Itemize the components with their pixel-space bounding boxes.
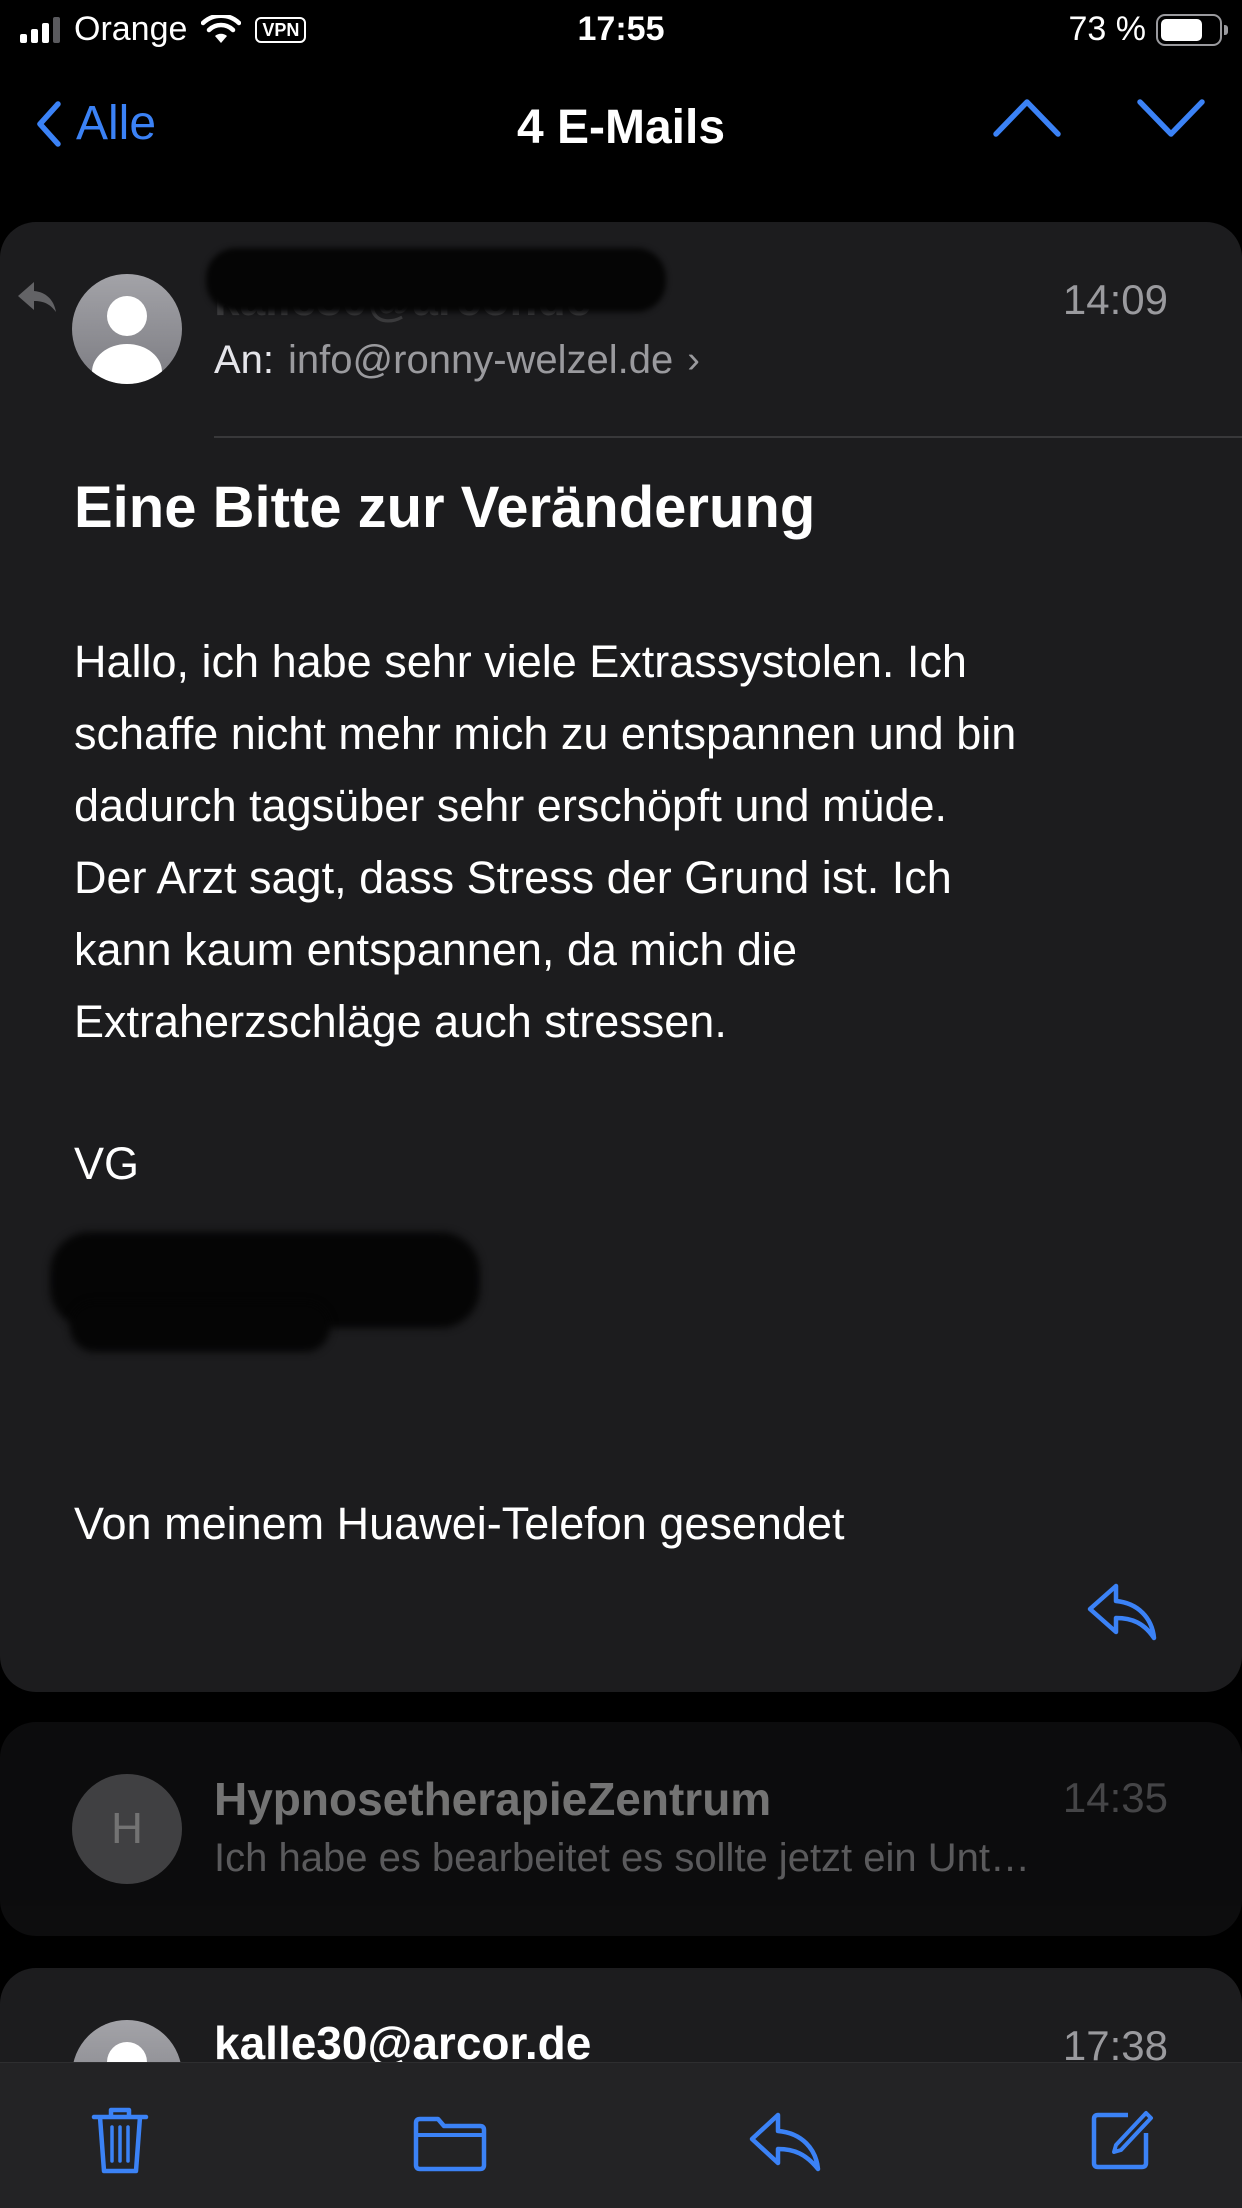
body-line: Der Arzt sagt, dass Stress der Grund ist… xyxy=(74,852,952,903)
redaction-mark xyxy=(70,1302,330,1352)
message-card-collapsed[interactable]: H HypnosetherapieZentrum 14:35 Ich habe … xyxy=(0,1722,1242,1936)
chevron-right-icon: › xyxy=(687,339,700,381)
sender-avatar xyxy=(72,274,182,384)
trash-icon[interactable] xyxy=(90,2105,150,2175)
message-body: Hallo, ich habe sehr viele Extrassystole… xyxy=(74,626,1174,1058)
clock: 17:55 xyxy=(577,10,665,48)
message-card-open: kalle30@arcor.de 14:09 An: info@ronny-we… xyxy=(0,222,1242,1692)
message-preview: Ich habe es bearbeitet es sollte jetzt e… xyxy=(214,1836,1031,1880)
navigation-bar: Alle 4 E-Mails xyxy=(0,80,1242,170)
next-message-button[interactable] xyxy=(1136,94,1206,140)
body-line: kann kaum entspannen, da mich die xyxy=(74,924,797,975)
recipient-address: info@ronny-welzel.de xyxy=(288,338,674,382)
sender-name: HypnosetherapieZentrum xyxy=(214,1773,772,1825)
message-time: 14:35 xyxy=(1062,1774,1168,1821)
redaction-mark xyxy=(206,248,666,312)
body-line: schaffe nicht mehr mich zu entspannen un… xyxy=(74,708,1017,759)
reply-button[interactable] xyxy=(1086,1582,1158,1642)
sender-avatar: H xyxy=(72,1774,182,1884)
battery-icon xyxy=(1156,13,1228,46)
to-label: An: xyxy=(214,338,275,382)
folder-icon[interactable] xyxy=(412,2115,488,2173)
message-signature: Von meinem Huawei-Telefon gesendet xyxy=(74,1498,845,1549)
message-time: 14:09 xyxy=(1062,276,1168,323)
message-greeting: VG xyxy=(74,1138,140,1189)
message-subject: Eine Bitte zur Veränderung xyxy=(74,475,816,540)
reply-icon[interactable] xyxy=(748,2111,822,2173)
body-line: Extraherzschläge auch stressen. xyxy=(74,996,727,1047)
body-line: dadurch tagsüber sehr erschöpft und müde… xyxy=(74,780,948,831)
bottom-toolbar xyxy=(0,2062,1242,2208)
body-line: Hallo, ich habe sehr viele Extrassystole… xyxy=(74,636,967,687)
previous-message-button[interactable] xyxy=(992,94,1062,140)
battery-percentage: 73 % xyxy=(1068,10,1147,48)
replied-indicator-icon xyxy=(18,282,56,312)
compose-icon[interactable] xyxy=(1088,2107,1154,2173)
recipient-line[interactable]: An: info@ronny-welzel.de › xyxy=(214,338,700,383)
divider xyxy=(214,436,1242,438)
status-bar: Orange VPN 17:55 73 % xyxy=(0,0,1242,62)
